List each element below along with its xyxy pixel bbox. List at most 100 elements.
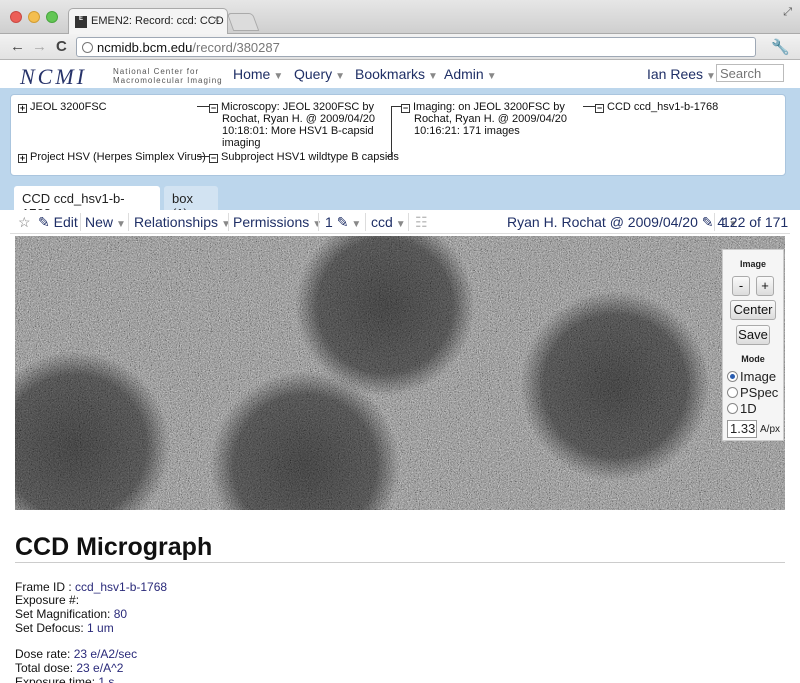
viewer-control-panel: Image - + Center Save Mode Image PSpec 1… [722,249,784,441]
field-label: Exposure time: [15,675,99,683]
browser-tab[interactable]: E EMEN2: Record: ccd: CCD cc × [68,8,228,34]
page-info-icon[interactable] [82,42,93,53]
apix-input[interactable]: 1.33 [727,420,757,438]
back-arrow-icon[interactable]: ← [10,38,25,55]
table-view-icon[interactable]: ☷ [415,214,428,231]
divider [714,213,715,231]
field-exposure: Exposure #: [15,593,79,607]
field-value[interactable]: 1 um [87,621,114,635]
connector-line [197,106,209,107]
url-host: ncmidb.bcm.edu [97,40,193,55]
site-favicon-icon: E [75,16,87,28]
rel-node-ccd[interactable]: − CCD ccd_hsv1-b-1768 [595,101,718,113]
menu-admin[interactable]: Admin ▼ [444,66,497,82]
logo-subtitle: National Center for Macromolecular Imagi… [113,67,223,85]
expand-icon[interactable]: + [18,104,27,113]
new-menu[interactable]: New ▼ [85,214,126,230]
reload-icon[interactable]: C [56,38,67,55]
field-value[interactable]: 80 [114,607,127,621]
field-label: Set Defocus: [15,621,88,635]
collapse-icon[interactable]: − [595,104,604,113]
attachments-count: 1 [325,214,333,230]
save-image-button[interactable]: Save [736,325,770,345]
new-menu-label: New [85,214,114,230]
rel-node-microscopy-line-1: Microscopy: JEOL 3200FSC by [221,101,375,113]
mode-radio-image[interactable]: Image [727,369,776,384]
user-menu[interactable]: Ian Rees ▼ [647,66,716,82]
zoom-window-button[interactable] [46,11,58,23]
relationship-map: + JEOL 3200FSC + Project HSV (Herpes Simpl… [10,94,786,176]
relationships-menu[interactable]: Relationships ▼ [134,214,231,230]
rel-node-project-hsv[interactable]: + Project HSV (Herpes Simplex Virus) [18,151,206,163]
menu-bookmarks[interactable]: Bookmarks ▼ [355,66,438,82]
mode-1d-label: 1D [740,401,757,416]
forward-arrow-icon[interactable]: → [32,38,47,55]
search-input[interactable] [716,64,784,82]
field-value[interactable]: 23 e/A^2 [76,661,123,675]
zoom-out-button[interactable]: - [732,276,750,296]
collapse-icon[interactable]: − [401,104,410,113]
collapse-icon[interactable]: − [209,154,218,163]
rel-node-microscopy-line-3: 10:18:01: More HSV1 B-capsid [222,125,374,137]
tab-ccd-record[interactable]: CCD ccd_hsv1-b-1768 [14,186,160,221]
expand-icon[interactable]: + [18,154,27,163]
radio-unselected-icon [727,403,738,414]
permissions-menu-label: Permissions [233,214,310,230]
radio-selected-icon [727,371,738,382]
rel-node-microscopy-line-4: imaging [222,137,261,149]
browser-toolbar: ← → C ncmidb.bcm.edu/record/380287 🔧 [0,34,800,60]
permissions-menu[interactable]: Permissions▼ [233,214,322,230]
attachments-menu[interactable]: 1 ✎ ▼ [325,214,361,231]
image-controls-header: Image [739,259,766,269]
center-button[interactable]: Center [730,300,776,320]
ncmi-logo[interactable]: NCMI [20,64,87,90]
new-tab-button[interactable] [226,13,260,31]
field-value[interactable]: 23 e/A2/sec [74,647,137,661]
paperclip-icon: ✎ [336,214,349,230]
micrograph-viewer[interactable] [15,236,785,510]
protocol-menu[interactable]: ccd ▼ [371,214,406,230]
chevron-down-icon: ▼ [116,219,126,230]
field-set-defocus: Set Defocus: 1 um [15,621,114,635]
field-value[interactable]: 1 s [98,675,114,683]
mode-image-label: Image [740,369,777,384]
collapse-icon[interactable]: − [209,104,218,113]
zoom-in-button[interactable]: + [756,276,774,296]
rel-node-microscopy[interactable]: − Microscopy: JEOL 3200FSC by Rochat, Rya… [209,101,375,149]
close-tab-icon[interactable]: × [214,14,220,26]
protocol-menu-label: ccd [371,214,393,230]
mode-radio-pspec[interactable]: PSpec [727,385,778,400]
rel-node-jeol[interactable]: + JEOL 3200FSC [18,101,107,113]
radio-unselected-icon [727,387,738,398]
history-menu[interactable]: Ryan H. Rochat @ 2009/04/20 ✎ 4 ▼ [507,214,738,231]
record-owner-date: Ryan H. Rochat @ 2009/04/20 [507,214,698,230]
record-position[interactable]: 122 of 171 [722,214,788,230]
menu-home[interactable]: Home ▼ [233,66,283,82]
mode-radio-1d[interactable]: 1D [727,401,757,416]
close-window-button[interactable] [10,11,22,23]
tab-box[interactable]: box (1) [164,186,218,221]
menu-query[interactable]: Query ▼ [294,66,345,82]
rel-node-imaging-line-2: Rochat, Ryan H. @ 2009/04/20 [414,113,568,125]
address-bar[interactable]: ncmidb.bcm.edu/record/380287 [76,37,756,57]
logo-subtitle-line-2: Macromolecular Imaging [113,76,223,85]
relationships-menu-label: Relationships [134,214,219,230]
edit-button[interactable]: ✎ Edit [38,214,78,231]
divider [408,213,409,231]
field-total-dose: Total dose: 23 e/A^2 [15,661,123,675]
menu-query-label: Query [294,66,333,82]
minimize-window-button[interactable] [28,11,40,23]
menu-admin-label: Admin [444,66,484,82]
connector-line [197,156,209,157]
micrograph-image[interactable] [15,236,785,510]
divider [365,213,366,231]
chevron-down-icon: ▼ [395,219,406,230]
chevron-down-icon: ▼ [486,71,497,82]
wrench-menu-icon[interactable]: 🔧 [771,38,790,56]
url-path: /record/380287 [192,40,280,55]
star-icon[interactable]: ☆ [18,214,31,231]
field-value[interactable]: ccd_hsv1-b-1768 [75,580,167,594]
rel-node-imaging[interactable]: − Imaging: on JEOL 3200FSC by Rochat, Rya… [401,101,567,137]
fullscreen-icon[interactable]: ⤢ [783,6,792,19]
rel-node-subproject[interactable]: − Subproject HSV1 wildtype B capsids [209,151,399,163]
